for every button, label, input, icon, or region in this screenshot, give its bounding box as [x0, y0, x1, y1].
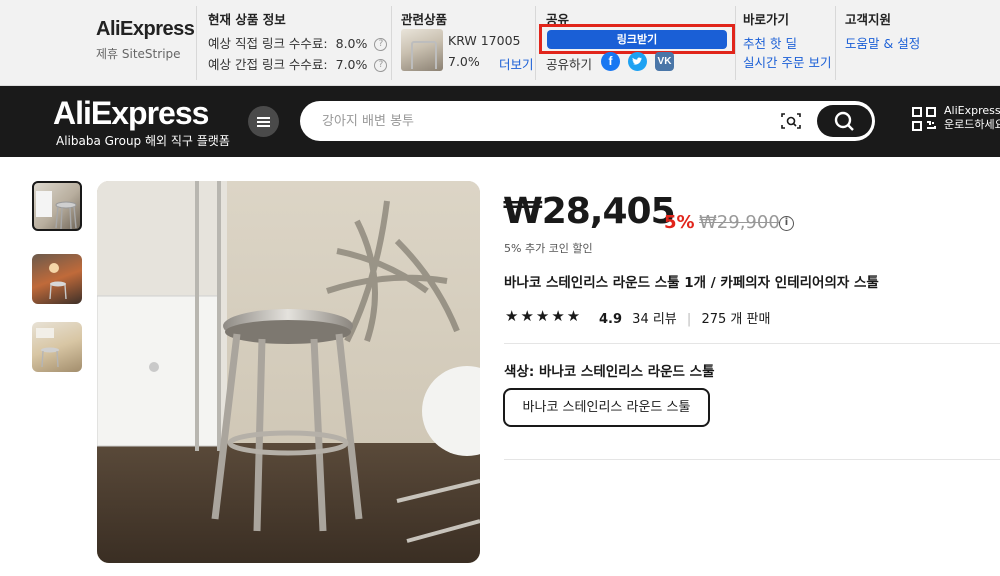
related-title: 관련상품	[401, 12, 448, 27]
product-thumbnail[interactable]	[32, 181, 82, 231]
separator: |	[686, 312, 692, 327]
direct-commission-value: 8.0%	[335, 36, 368, 51]
rating-summary: 4.9 34 리뷰 | 275 개 판매	[599, 308, 770, 327]
indirect-commission: 예상 간접 링크 수수료: 7.0% ?	[208, 54, 388, 73]
indirect-commission-label: 예상 간접 링크 수수료:	[208, 57, 328, 72]
related-product-thumbnail[interactable]	[401, 29, 443, 71]
app-text-line2: 운로드하세요	[944, 118, 1000, 131]
discount-percent: 5%	[664, 212, 695, 233]
app-text-line1: AliExpress	[944, 104, 1000, 117]
divider	[735, 6, 736, 80]
search-button[interactable]	[817, 105, 872, 137]
divider	[504, 343, 1000, 344]
info-icon[interactable]: i	[779, 216, 794, 231]
current-price: ₩28,405	[503, 191, 676, 232]
rating-stars: ★★★★★	[505, 307, 583, 325]
help-settings-link[interactable]: 도움말 & 설정	[845, 33, 920, 52]
original-price: ₩29,900	[699, 212, 780, 233]
aliexpress-logo[interactable]: AliExpress	[53, 95, 209, 132]
related-rate: 7.0%	[448, 54, 480, 69]
hot-deals-link[interactable]: 추천 핫 딜	[743, 33, 797, 52]
share-label: 공유하기	[546, 57, 593, 72]
divider	[535, 6, 536, 80]
shortcuts-title: 바로가기	[743, 12, 790, 27]
related-price: KRW 17005	[448, 33, 521, 48]
support-title: 고객지원	[845, 12, 892, 27]
product-thumbnail[interactable]	[32, 254, 82, 304]
direct-commission: 예상 직접 링크 수수료: 8.0% ?	[208, 33, 388, 52]
help-icon[interactable]: ?	[374, 38, 388, 51]
sitestripe-brand: AliExpress	[96, 18, 195, 40]
indirect-commission-value: 7.0%	[335, 57, 368, 72]
vk-icon[interactable]: VK	[655, 52, 674, 71]
sold-count: 275 개 판매	[701, 312, 771, 327]
color-label: 색상: 바나코 스테인리스 라운드 스툴	[504, 364, 715, 380]
logo-subtitle: Alibaba Group 해외 직구 플랫폼	[56, 134, 230, 148]
facebook-icon[interactable]: f	[601, 52, 620, 71]
main-product-image[interactable]	[97, 181, 480, 563]
app-download-text[interactable]: AliExpress 운로드하세요	[944, 104, 1000, 132]
qr-code-icon[interactable]	[912, 107, 936, 131]
rating-value: 4.9	[599, 312, 623, 327]
review-count[interactable]: 34 리뷰	[632, 312, 677, 327]
live-orders-link[interactable]: 실시간 주문 보기	[743, 52, 831, 71]
sitestripe-brand-sub: 제휴 SiteStripe	[96, 47, 181, 61]
camera-search-icon[interactable]	[781, 112, 801, 130]
get-link-button[interactable]: 링크받기	[547, 30, 727, 49]
divider	[196, 6, 197, 80]
twitter-icon[interactable]	[628, 52, 647, 71]
product-info-title: 현재 상품 정보	[208, 12, 286, 27]
help-icon[interactable]: ?	[374, 59, 388, 72]
get-link-highlight: 링크받기	[539, 24, 735, 54]
direct-commission-label: 예상 직접 링크 수수료:	[208, 36, 328, 51]
sitestripe-bar: AliExpress 제휴 SiteStripe 현재 상품 정보 예상 직접 …	[0, 0, 1000, 86]
coin-discount-text: 5% 추가 코인 할인	[504, 242, 593, 255]
menu-button[interactable]	[248, 106, 279, 137]
related-more-link[interactable]: 더보기	[499, 54, 534, 73]
divider	[391, 6, 392, 80]
search-icon	[834, 111, 854, 131]
sku-option-button[interactable]: 바나코 스테인리스 라운드 스툴	[503, 388, 710, 427]
search-input[interactable]	[322, 110, 752, 132]
divider	[835, 6, 836, 80]
product-title: 바나코 스테인리스 라운드 스툴 1개 / 카페의자 인테리어의자 스툴	[504, 275, 879, 291]
divider	[504, 459, 1000, 460]
product-thumbnail[interactable]	[32, 322, 82, 372]
